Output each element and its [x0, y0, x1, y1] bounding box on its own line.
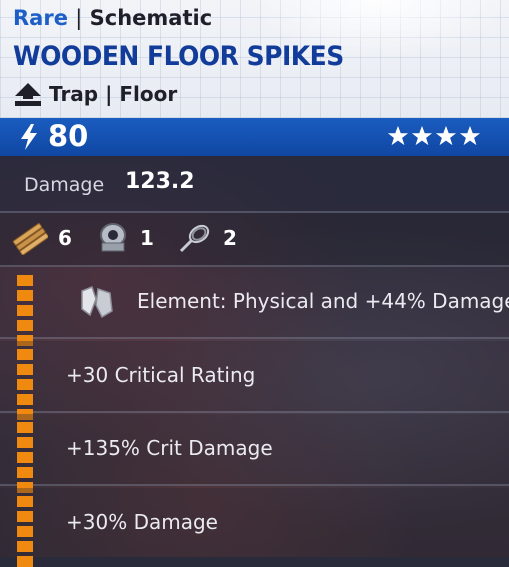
perk-rarity-pips	[17, 496, 33, 567]
star-icon	[411, 125, 433, 146]
damage-label: Damage	[24, 174, 105, 196]
damage-stat-row: Damage 123.2	[0, 156, 509, 213]
material-count: 2	[223, 226, 237, 250]
power-bar: 80	[0, 118, 509, 156]
perk-row: +30 Critical Rating	[0, 341, 509, 420]
star-rating	[387, 125, 481, 147]
perk-rarity-pips	[17, 349, 33, 420]
perk-pip	[17, 556, 33, 567]
perk-text: +135% Crit Damage	[66, 436, 273, 460]
perk-pip	[17, 526, 33, 537]
item-title: WOODEN FLOOR SPIKES	[13, 40, 344, 72]
perk-pip	[17, 437, 33, 448]
perk-pip	[17, 496, 33, 507]
perk-row: Element: Physical and +44% Damage	[0, 267, 509, 346]
perk-pip	[17, 379, 33, 390]
item-header: Rare | Schematic WOODEN FLOOR SPIKES Tra…	[0, 0, 509, 118]
perk-row: +30% Damage	[0, 488, 509, 567]
type-line: Trap | Floor	[13, 80, 177, 108]
perk-row: +135% Crit Damage	[0, 414, 509, 493]
crafting-materials-row: 6 1 2	[0, 213, 509, 267]
lightning-bolt-icon	[21, 124, 37, 150]
star-icon	[387, 125, 409, 146]
perk-text: +30 Critical Rating	[66, 363, 256, 387]
material-count: 1	[140, 226, 154, 250]
perk-rarity-pips	[17, 422, 33, 493]
wire-coil-icon	[179, 224, 210, 253]
floor-trap-icon	[15, 83, 41, 106]
perk-pip	[17, 275, 33, 286]
material-count: 6	[58, 226, 72, 250]
star-icon	[459, 125, 481, 146]
element-physical-icon	[81, 286, 113, 319]
star-icon	[435, 125, 457, 146]
material-duct-tape: 1	[96, 221, 154, 255]
category-label: Schematic	[89, 6, 213, 30]
power-level: 80	[48, 119, 89, 153]
perk-pip	[17, 290, 33, 301]
planks-icon	[12, 222, 48, 255]
rarity-label: Rare	[13, 6, 68, 30]
perk-pip	[17, 541, 33, 552]
perk-rarity-pips	[17, 275, 33, 346]
damage-value: 123.2	[125, 169, 195, 194]
perk-text: Element: Physical and +44% Damage	[137, 289, 509, 313]
perk-pip	[17, 394, 33, 405]
perk-pip	[17, 349, 33, 360]
duct-tape-icon	[100, 223, 126, 252]
perk-pip	[17, 467, 33, 478]
perk-pip	[17, 305, 33, 316]
perk-pip	[17, 422, 33, 433]
type-label: Trap | Floor	[49, 82, 178, 106]
material-wire: 2	[177, 221, 237, 255]
perk-pip	[17, 452, 33, 463]
perk-pip	[17, 364, 33, 375]
rarity-line: Rare | Schematic	[13, 6, 212, 30]
perk-pip	[17, 320, 33, 331]
material-planks: 6	[12, 221, 72, 255]
perk-pip	[17, 511, 33, 522]
rarity-separator: |	[75, 6, 83, 30]
perk-text: +30% Damage	[66, 510, 218, 534]
